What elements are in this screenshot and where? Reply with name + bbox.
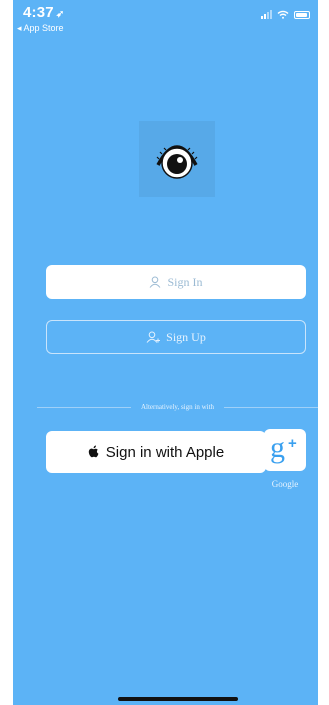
- signal-icon: [261, 10, 272, 19]
- user-icon: [150, 276, 161, 288]
- sign-up-button[interactable]: Sign Up: [46, 320, 306, 354]
- location-arrow-icon: ➶: [55, 9, 65, 20]
- divider-line-left: [37, 406, 131, 408]
- sign-in-label: Sign In: [167, 274, 203, 289]
- apple-icon: [88, 445, 99, 458]
- status-icons: [261, 10, 310, 19]
- eye-logo-icon: [156, 145, 198, 179]
- battery-icon: [294, 10, 310, 19]
- google-plus-sign-icon: +: [288, 435, 297, 452]
- status-bar: 4:37 ➶ ◂ App Store: [13, 0, 318, 44]
- google-sign-in-button[interactable]: g +: [264, 429, 306, 471]
- back-to-app-store-link[interactable]: ◂ App Store: [17, 23, 64, 34]
- status-time-text: 4:37: [23, 4, 54, 21]
- alt-signin-divider: Alternatively, sign in with: [37, 402, 318, 412]
- apple-button-label: Sign in with Apple: [105, 443, 225, 461]
- add-user-icon: [146, 331, 161, 343]
- sign-in-button[interactable]: Sign In: [46, 265, 306, 299]
- divider-text: Alternatively, sign in with: [140, 403, 215, 411]
- sign-in-with-apple-button[interactable]: Sign in with Apple: [46, 431, 266, 473]
- home-indicator[interactable]: [118, 697, 238, 701]
- login-screen: 4:37 ➶ ◂ App Store Sign In Sign Up Alter…: [13, 0, 318, 705]
- status-time: 4:37 ➶: [23, 4, 64, 21]
- app-logo: [139, 121, 215, 197]
- google-label: Google: [271, 479, 299, 489]
- divider-line-right: [224, 406, 318, 408]
- google-plus-icon: g: [270, 431, 285, 464]
- wifi-icon: [277, 10, 289, 19]
- sign-up-label: Sign Up: [166, 329, 206, 344]
